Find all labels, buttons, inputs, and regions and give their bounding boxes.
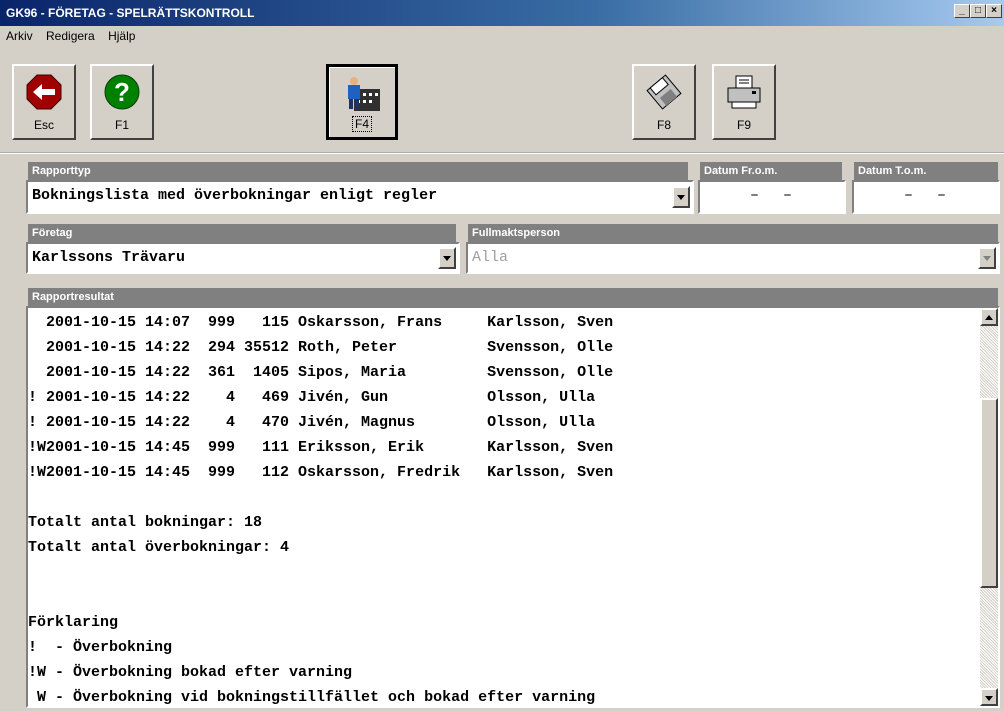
rapporttyp-field[interactable]: Bokningslista med överbokningar enligt r… — [26, 180, 694, 214]
f4-button[interactable]: F4 — [326, 64, 398, 140]
scroll-down-button[interactable] — [980, 688, 998, 706]
result-label: Rapportresultat — [28, 288, 998, 306]
help-button[interactable]: ? F1 — [90, 64, 154, 140]
svg-text:?: ? — [114, 77, 130, 107]
minimize-button[interactable]: _ — [954, 4, 970, 18]
fullmakt-dropdown-button[interactable] — [978, 247, 996, 269]
foretag-dropdown-button[interactable] — [438, 247, 456, 269]
result-line — [28, 585, 998, 610]
window-title: GK96 - FÖRETAG - SPELRÄTTSKONTROLL — [6, 6, 255, 20]
f8-button[interactable]: F8 — [632, 64, 696, 140]
result-line: 2001-10-15 14:22 361 1405 Sipos, Maria S… — [28, 364, 614, 381]
result-line — [28, 485, 998, 510]
floppy-disk-icon — [646, 74, 682, 110]
rapporttyp-dropdown-button[interactable] — [672, 186, 690, 208]
result-line: ! - Överbokning — [28, 639, 173, 656]
menu-arkiv[interactable]: Arkiv — [6, 29, 33, 43]
result-line: !W2001-10-15 14:45 999 112 Oskarsson, Fr… — [28, 464, 614, 481]
foretag-field[interactable]: Karlssons Trävaru — [26, 242, 460, 274]
help-icon: ? — [104, 74, 140, 110]
datum-tom-label: Datum T.o.m. — [854, 162, 998, 180]
result-line: 2001-10-15 14:22 294 35512 Roth, Peter S… — [28, 339, 614, 356]
menu-hjalp[interactable]: Hjälp — [108, 29, 135, 43]
f1-label: F1 — [114, 118, 129, 132]
result-line: ! 2001-10-15 14:22 4 469 Jivén, Gun Olss… — [28, 389, 596, 406]
result-line: Förklaring — [28, 614, 119, 631]
rapporttyp-label: Rapporttyp — [28, 162, 688, 180]
result-line: !W2001-10-15 14:45 999 111 Eriksson, Eri… — [28, 439, 614, 456]
datum-from-label: Datum Fr.o.m. — [700, 162, 842, 180]
esc-button[interactable]: Esc — [12, 64, 76, 140]
datum-tom-field[interactable]: – – — [852, 180, 1000, 214]
fullmakt-label: Fullmaktsperson — [468, 224, 998, 242]
maximize-button[interactable]: □ — [970, 4, 986, 18]
toolbar: Esc ? F1 F4 F8 F9 — [0, 46, 1004, 154]
stop-back-icon — [26, 74, 62, 110]
f4-label: F4 — [329, 116, 395, 132]
foretag-label: Företag — [28, 224, 456, 242]
f8-label: F8 — [656, 118, 671, 132]
result-line: Totalt antal överbokningar: 4 — [28, 539, 290, 556]
datum-from-field[interactable]: – – — [698, 180, 846, 214]
result-line: !W - Överbokning bokad efter varning — [28, 664, 353, 681]
result-text: 2001-10-15 14:07 999 115 Oskarsson, Fran… — [28, 308, 998, 706]
menu-redigera[interactable]: Redigera — [46, 29, 95, 43]
result-line: ! 2001-10-15 14:22 4 470 Jivén, Magnus O… — [28, 414, 596, 431]
f9-label: F9 — [736, 118, 751, 132]
person-buildings-icon — [348, 77, 380, 111]
menu-bar: Arkiv Redigera Hjälp — [0, 26, 1004, 46]
result-line: Totalt antal bokningar: 18 — [28, 514, 263, 531]
result-line: 2001-10-15 14:07 999 115 Oskarsson, Fran… — [28, 314, 614, 331]
fullmakt-field[interactable]: Alla — [466, 242, 1000, 274]
result-line — [28, 560, 998, 585]
title-bar: GK96 - FÖRETAG - SPELRÄTTSKONTROLL _ □ × — [0, 0, 1004, 26]
scroll-up-button[interactable] — [980, 308, 998, 326]
vertical-scrollbar[interactable] — [980, 308, 998, 706]
esc-label: Esc — [33, 118, 54, 132]
f9-button[interactable]: F9 — [712, 64, 776, 140]
result-area[interactable]: 2001-10-15 14:07 999 115 Oskarsson, Fran… — [26, 306, 1000, 708]
close-button[interactable]: × — [986, 4, 1002, 18]
result-line: W - Överbokning vid bokningstillfället o… — [28, 689, 596, 706]
scroll-thumb[interactable] — [980, 398, 998, 588]
printer-icon — [727, 75, 761, 109]
